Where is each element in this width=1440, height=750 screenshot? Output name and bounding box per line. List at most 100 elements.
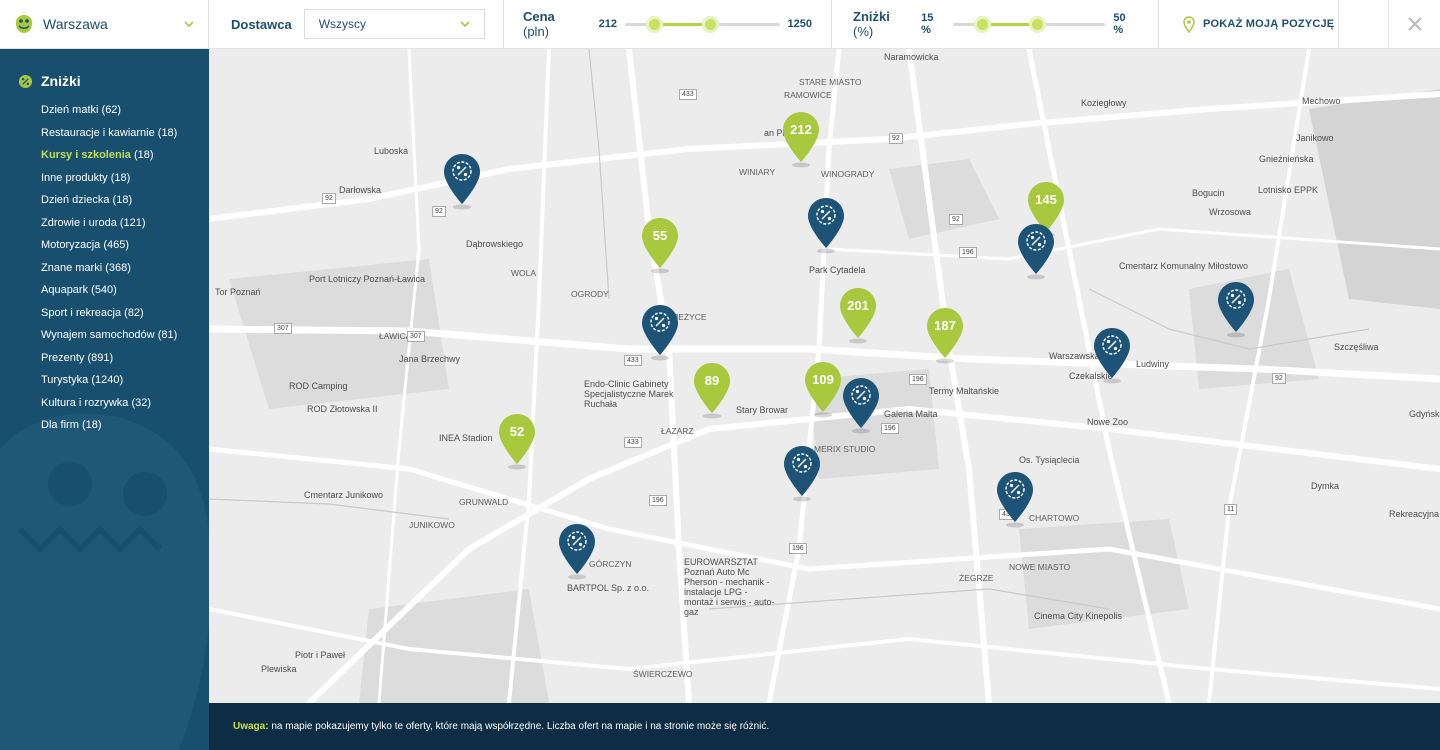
discount-label: Zniżki (%) bbox=[853, 9, 910, 39]
price-min-value: 212 bbox=[598, 18, 617, 30]
price-pin-label: 187 bbox=[934, 318, 956, 333]
price-label: Cena (pln) bbox=[523, 9, 582, 39]
city-selector[interactable]: Warszawa bbox=[0, 0, 209, 48]
sidebar-item[interactable]: Motoryzacja (465) bbox=[41, 238, 177, 261]
sidebar-item-count: (18) bbox=[157, 126, 178, 139]
price-pin[interactable]: 201 bbox=[839, 287, 877, 345]
sidebar-item[interactable]: Prezenty (891) bbox=[41, 351, 177, 374]
price-pin[interactable]: 109 bbox=[804, 361, 842, 419]
price-max-value: 1250 bbox=[787, 18, 812, 30]
road-number-badge: 307 bbox=[274, 323, 292, 334]
sidebar-item-label: Zdrowie i uroda bbox=[41, 216, 117, 229]
sidebar-item-label: Motoryzacja bbox=[41, 239, 101, 251]
map-place-label: WINIARY bbox=[739, 167, 776, 177]
discount-pin[interactable] bbox=[558, 523, 596, 581]
price-pin[interactable]: 187 bbox=[926, 307, 964, 365]
sidebar-item-label: Inne produkty bbox=[41, 171, 108, 184]
map-place-label: ROD Złotowska II bbox=[307, 404, 378, 414]
sidebar-item[interactable]: Dzień dziecka (18) bbox=[41, 193, 177, 216]
discount-pin[interactable] bbox=[641, 304, 679, 362]
sidebar-title: Zniżki bbox=[18, 73, 81, 89]
map-place-label: Nowe Zoo bbox=[1087, 417, 1129, 427]
sidebar-item-count: (18) bbox=[112, 194, 133, 206]
map-place-label: Naramowicka bbox=[884, 52, 939, 62]
sidebar-item[interactable]: Znane marki (368) bbox=[41, 261, 177, 284]
map-place-label: Dymka bbox=[1311, 481, 1340, 491]
map-footer-note: Uwaga: na mapie pokazujemy tylko te ofer… bbox=[209, 703, 1440, 750]
top-filter-bar: Warszawa Dostawca Wszyscy Cena (pln) 212… bbox=[0, 0, 1440, 49]
map-place-label: Tor Poznań bbox=[215, 287, 261, 297]
map-place-label: RAMOWICE bbox=[784, 90, 832, 100]
sidebar-item-count: (18) bbox=[110, 171, 131, 184]
show-position-button[interactable]: POKAŻ MOJĄ POZYCJĘ bbox=[1159, 0, 1339, 48]
sidebar-item-count: (18) bbox=[81, 419, 102, 431]
road-number-badge: 92 bbox=[322, 193, 336, 204]
price-max-handle[interactable] bbox=[701, 16, 719, 33]
sidebar-item[interactable]: Inne produkty (18) bbox=[41, 171, 177, 194]
sidebar-item-count: (121) bbox=[119, 216, 146, 229]
road-number-badge: 92 bbox=[889, 133, 903, 144]
discount-unit: (%) bbox=[853, 24, 874, 39]
map-place-label: CHARTOWO bbox=[1029, 513, 1080, 523]
sidebar-item-count: (540) bbox=[91, 284, 117, 296]
road-number-badge: 433 bbox=[624, 355, 642, 366]
map-place-label: Ludwiny bbox=[1136, 359, 1170, 369]
discount-pin[interactable] bbox=[443, 153, 481, 211]
discount-badge-icon bbox=[18, 74, 33, 88]
provider-label: Dostawca bbox=[231, 16, 292, 32]
note-label: Uwaga: bbox=[233, 721, 269, 732]
sidebar-item-count: (891) bbox=[87, 351, 114, 364]
sidebar-title-text: Zniżki bbox=[41, 73, 81, 89]
discount-min-handle[interactable] bbox=[973, 16, 991, 33]
map-place-label: MERIX STUDIO bbox=[814, 444, 876, 454]
discount-pin[interactable] bbox=[1093, 327, 1131, 385]
sidebar-item[interactable]: Kursy i szkolenia (18) bbox=[41, 148, 177, 171]
price-pin[interactable]: 52 bbox=[498, 413, 536, 471]
sidebar-item-label: Kursy i szkolenia bbox=[41, 149, 131, 161]
sidebar-item[interactable]: Dla firm (18) bbox=[41, 418, 177, 441]
sidebar-item[interactable]: Zdrowie i uroda (121) bbox=[41, 216, 177, 239]
map-place-label: WOLA bbox=[511, 268, 537, 278]
discount-pin[interactable] bbox=[996, 471, 1034, 529]
price-range-slider[interactable] bbox=[624, 14, 780, 34]
discount-range-slider[interactable] bbox=[952, 14, 1106, 34]
map-place-label: WINOGRADY bbox=[821, 169, 875, 179]
sidebar-item[interactable]: Dzień matki (62) bbox=[41, 103, 177, 126]
discount-pin[interactable] bbox=[783, 445, 821, 503]
category-list: Dzień matki (62) Restauracje i kawiarnie … bbox=[41, 103, 177, 441]
map-place-label: ŻEGRZE bbox=[959, 573, 994, 583]
sidebar-item[interactable]: Wynajem samochodów (81) bbox=[41, 328, 177, 351]
map-area[interactable]: Naramowicka STARE MIASTO RAMOWICE Koziegłow… bbox=[209, 49, 1440, 703]
map-place-label: Darłowska bbox=[339, 185, 382, 195]
discount-max-handle[interactable] bbox=[1028, 16, 1046, 33]
map-place-label: Mechowo bbox=[1302, 96, 1341, 106]
sidebar-item[interactable]: Kultura i rozrywka (32) bbox=[41, 396, 177, 419]
provider-select[interactable]: Wszyscy bbox=[303, 9, 485, 39]
sidebar: Zniżki Dzień matki (62) Restauracje i kaw… bbox=[0, 49, 209, 750]
price-pin[interactable]: 89 bbox=[693, 362, 731, 420]
map-place-label: Gnieźnieńska bbox=[1259, 154, 1314, 164]
sidebar-item-label: Dla firm bbox=[41, 419, 79, 431]
sidebar-item[interactable]: Restauracje i kawiarnie (18) bbox=[41, 126, 177, 149]
discount-pin[interactable] bbox=[1017, 223, 1055, 281]
discount-pin[interactable] bbox=[842, 377, 880, 435]
price-min-handle[interactable] bbox=[646, 16, 664, 33]
map-place-label: Gdyńska bbox=[1409, 409, 1440, 419]
price-pin-label: 89 bbox=[705, 373, 719, 388]
price-pin-label: 212 bbox=[790, 122, 812, 137]
map-place-label: STARE MIASTO bbox=[799, 77, 862, 87]
price-pin[interactable]: 212 bbox=[782, 111, 820, 169]
discount-label-text: Zniżki bbox=[853, 9, 890, 24]
price-pin[interactable]: 55 bbox=[641, 217, 679, 275]
note-text: na mapie pokazujemy tylko te oferty, któ… bbox=[271, 721, 770, 732]
discount-pin[interactable] bbox=[807, 197, 845, 255]
map-place-label: Jana Brzechwy bbox=[399, 354, 461, 364]
sidebar-item-label: Turystyka bbox=[41, 374, 89, 386]
sidebar-item[interactable]: Turystyka (1240) bbox=[41, 373, 177, 396]
map-place-label: Plewiska bbox=[261, 664, 297, 674]
close-button[interactable] bbox=[1388, 0, 1440, 48]
discount-pin[interactable] bbox=[1217, 281, 1255, 339]
sidebar-item[interactable]: Sport i rekreacja (82) bbox=[41, 306, 177, 329]
sidebar-item-label: Prezenty bbox=[41, 351, 85, 364]
sidebar-item[interactable]: Aquapark (540) bbox=[41, 283, 177, 306]
